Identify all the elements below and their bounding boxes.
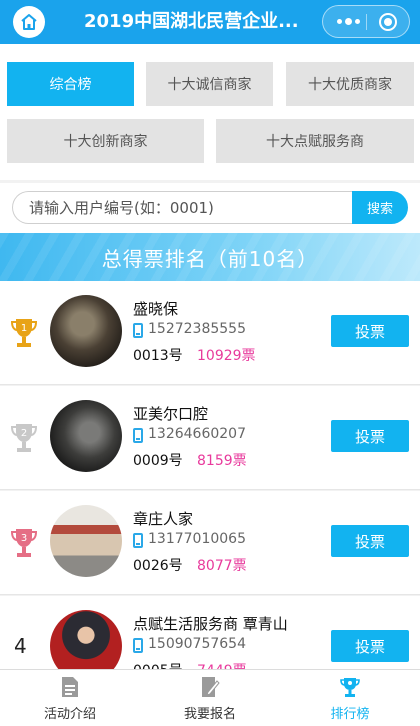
category-service[interactable]: 十大点赋服务商 <box>216 119 414 163</box>
tab-label: 活动介绍 <box>43 707 96 722</box>
avatar <box>50 295 122 367</box>
page-title: 2019中国湖北民营企业... <box>84 11 299 32</box>
contestant-name: 点赋生活服务商 覃青山 <box>133 615 288 633</box>
document-icon <box>62 677 78 697</box>
gold-trophy-icon: 1 <box>10 319 38 347</box>
phone-icon <box>133 323 143 338</box>
contestant-name: 章庄人家 <box>133 510 194 528</box>
avatar <box>50 400 122 472</box>
trophy-icon <box>340 678 360 697</box>
svg-text:1: 1 <box>21 323 27 334</box>
more-menu-icon[interactable] <box>337 18 360 25</box>
category-tabs: 综合榜 十大诚信商家 十大优质商家 十大创新商家 十大点赋服务商 <box>0 44 420 180</box>
contestant-name: 盛晓保 <box>133 300 179 318</box>
phone-icon <box>133 533 143 548</box>
contestant-phone: 13177010065 <box>148 531 246 547</box>
ranking-row: 3 章庄人家 13177010065 0026号 8077票 投票 <box>0 491 420 595</box>
search-area: 搜索 <box>0 183 420 233</box>
contestant-phone: 15272385555 <box>148 321 246 337</box>
contestant-number: 0026号 <box>133 558 183 574</box>
avatar <box>50 505 122 577</box>
vote-count: 8159票 <box>197 453 247 469</box>
home-icon <box>21 14 37 30</box>
tab-activity-intro[interactable]: 活动介绍 <box>0 670 140 726</box>
ranking-row: 1 盛晓保 15272385555 0013号 10929票 投票 <box>0 281 420 385</box>
category-innovation[interactable]: 十大创新商家 <box>7 119 204 163</box>
vote-button[interactable]: 投票 <box>331 630 409 662</box>
home-button[interactable] <box>13 6 45 38</box>
phone-icon <box>133 428 143 443</box>
vote-button[interactable]: 投票 <box>331 315 409 347</box>
category-overall[interactable]: 综合榜 <box>7 62 134 106</box>
silver-trophy-icon: 2 <box>10 424 38 452</box>
tab-register[interactable]: 我要报名 <box>140 670 280 726</box>
ranking-banner: 总得票排名（前10名） <box>0 233 420 281</box>
search-button[interactable]: 搜索 <box>352 191 408 224</box>
contestant-number: 0013号 <box>133 348 183 364</box>
vote-button[interactable]: 投票 <box>331 525 409 557</box>
tab-label: 我要报名 <box>183 707 236 722</box>
svg-text:3: 3 <box>21 533 27 544</box>
svg-text:2: 2 <box>21 428 27 439</box>
bottom-tab-bar: 活动介绍 我要报名 排行榜 <box>0 669 420 726</box>
vote-count: 10929票 <box>197 348 256 364</box>
close-icon[interactable] <box>379 13 397 31</box>
contestant-number: 0009号 <box>133 453 183 469</box>
bronze-trophy-icon: 3 <box>10 529 38 557</box>
contestant-phone: 13264660207 <box>148 426 246 442</box>
phone-icon <box>133 638 143 653</box>
tab-leaderboard[interactable]: 排行榜 <box>280 670 420 726</box>
capsule-divider <box>366 14 367 30</box>
contestant-phone: 15090757654 <box>148 636 246 652</box>
ranking-row: 2 亚美尔口腔 13264660207 0009号 8159票 投票 <box>0 386 420 490</box>
vote-count: 8077票 <box>197 558 247 574</box>
edit-icon <box>202 677 220 697</box>
category-quality[interactable]: 十大优质商家 <box>286 62 414 106</box>
category-integrity[interactable]: 十大诚信商家 <box>146 62 273 106</box>
tab-label: 排行榜 <box>330 707 370 722</box>
miniprogram-capsule <box>322 5 410 38</box>
rank-number: 4 <box>14 634 27 658</box>
ranking-title: 总得票排名（前10名） <box>101 246 319 271</box>
contestant-name: 亚美尔口腔 <box>133 405 209 423</box>
vote-button[interactable]: 投票 <box>331 420 409 452</box>
top-navigation-bar: 2019中国湖北民营企业... <box>0 0 420 44</box>
search-input[interactable] <box>12 191 354 224</box>
